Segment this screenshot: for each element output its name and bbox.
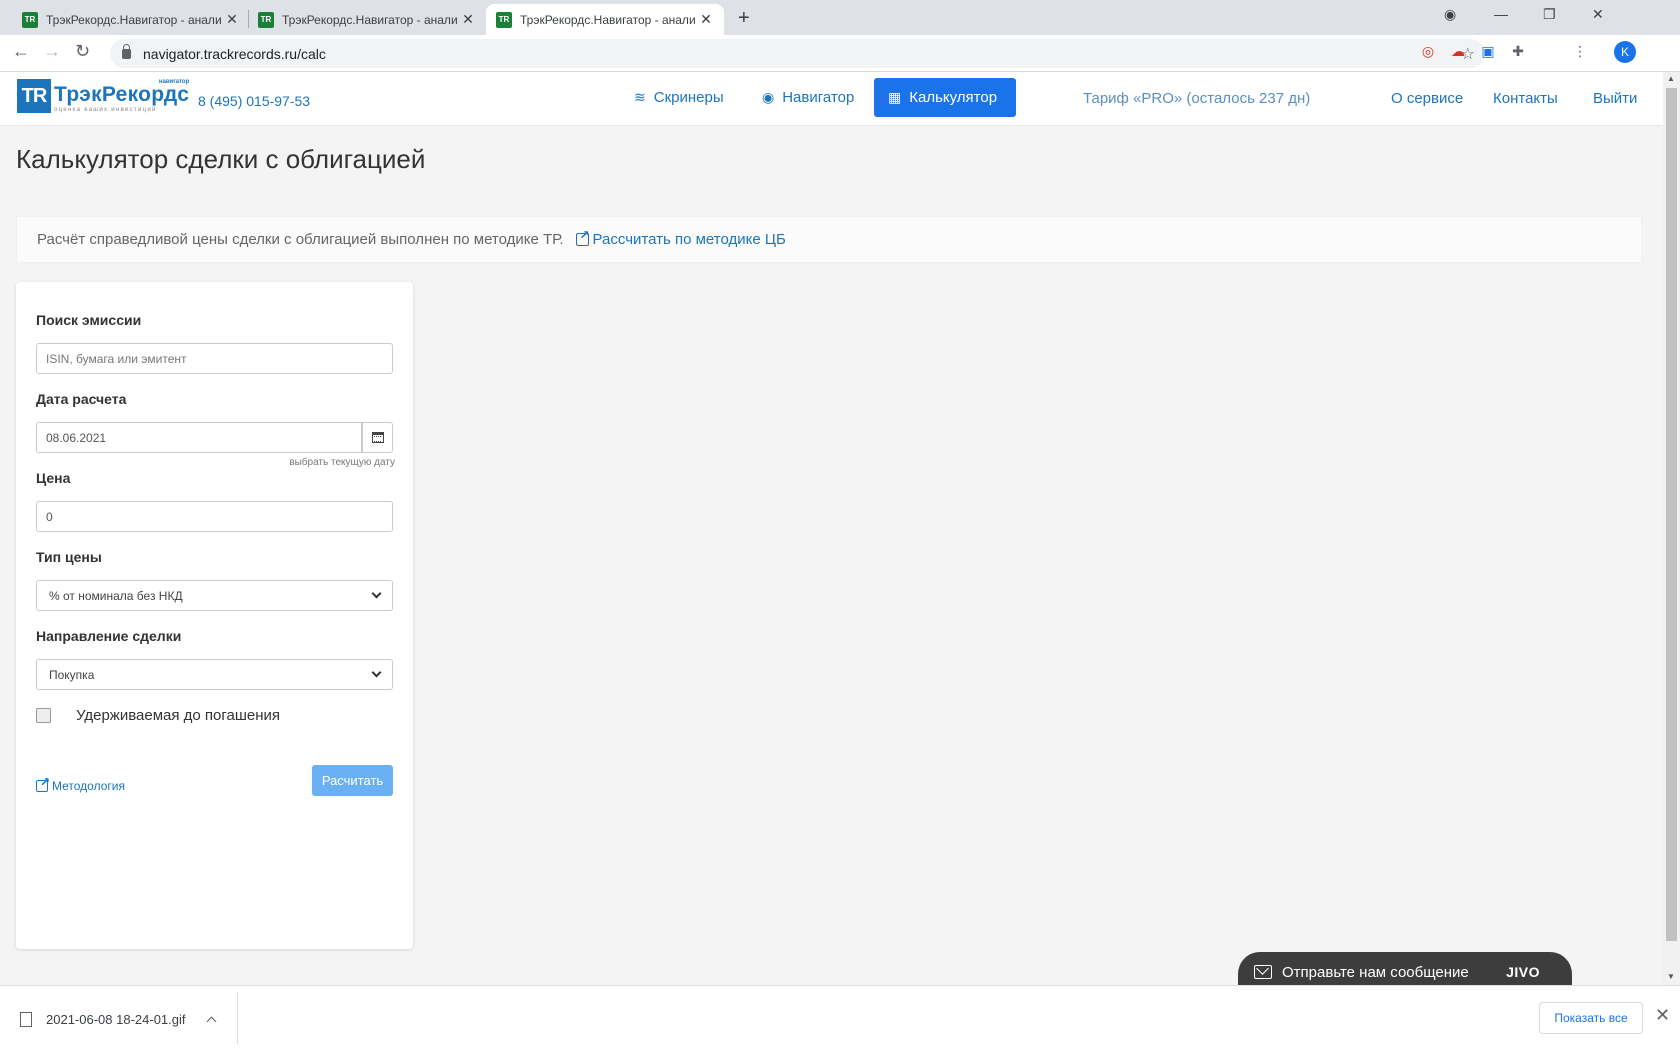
price-label: Цена [36,470,71,486]
tab-close-icon[interactable]: ✕ [224,11,240,28]
page-title: Калькулятор сделки с облигацией [16,144,426,174]
tab-close-icon[interactable]: ✕ [460,11,476,28]
date-input[interactable]: 08.06.2021 [36,422,362,453]
tab-title: ТрэкРекордс.Навигатор - анали [46,12,222,27]
tab-title: ТрэкРекордс.Навигатор - анали [520,12,696,27]
restore-icon[interactable]: ❐ [1543,6,1556,23]
current-date-link[interactable]: выбрать текущую дату [289,457,395,468]
nav-navigator[interactable]: ◉ Навигатор [748,78,868,117]
direction-select[interactable]: Покупка [36,659,393,690]
browser-tab-active[interactable]: TR ТрэкРекордс.Навигатор - анали ✕ [486,4,724,35]
download-bar: 2021-06-08 18-24-01.gif Показать все ✕ [0,985,1680,1050]
nav-label: Навигатор [782,89,855,106]
browser-tab[interactable]: TR ТрэкРекордс.Навигатор - анали ✕ [12,4,250,35]
scrollbar-thumb[interactable] [1666,88,1677,941]
calculator-icon: ▦ [888,89,902,105]
price-type-value: % от номинала без НКД [49,588,183,603]
favicon-icon: TR [258,11,274,28]
extensions-puzzle-icon[interactable]: ✚ [1508,43,1528,63]
address-bar[interactable]: navigator.trackrecords.ru/calc ☆ [110,39,1485,68]
site-logo[interactable]: TR навигатор ТрэкРекордс оценка ваших ин… [17,79,189,113]
calendar-button[interactable] [362,422,393,453]
notice-text: Расчёт справедливой цены сделки с облига… [37,231,564,248]
cloud-extension-icon[interactable]: ☁ [1448,43,1468,63]
price-input[interactable]: 0 [36,501,393,532]
chevron-down-icon [371,667,382,678]
lock-icon [122,43,131,59]
show-all-downloads-button[interactable]: Показать все [1539,1002,1643,1034]
methodology-link[interactable]: Методология [36,775,125,793]
about-link[interactable]: О сервисе [1391,90,1463,107]
search-input[interactable]: ISIN, бумага или эмитент [36,343,393,374]
logo-badge: навигатор [158,79,190,85]
browser-menu-icon[interactable]: ⋮ [1570,43,1590,63]
logo-tagline: оценка ваших инвестиций [54,107,157,113]
browser-toolbar: ← → ↻ navigator.trackrecords.ru/calc ☆ ◎… [0,35,1680,72]
nav-label: Скринеры [653,89,724,106]
favicon-icon: TR [496,11,512,28]
calendar-icon [371,432,384,443]
calculator-form: Поиск эмиссии ISIN, бумага или эмитент Д… [16,282,413,949]
extension-icon[interactable]: ◎ [1418,43,1438,63]
logo-mark: TR [17,79,51,113]
tab-title: ТрэкРекордс.Навигатор - анали [282,12,458,27]
date-label: Дата расчета [36,391,127,407]
back-icon[interactable]: ← [12,41,30,62]
file-icon [20,1011,32,1027]
external-link-icon [575,228,590,246]
tab-search-icon[interactable]: ◉ [1444,6,1456,23]
chat-text: Отправьте нам сообщение [1282,963,1469,981]
chat-brand: JIVO [1506,964,1540,980]
held-to-maturity-label[interactable]: Удерживаемая до погашения [76,707,280,724]
window-close-icon[interactable]: ✕ [1592,6,1604,23]
direction-label: Направление сделки [36,628,182,644]
browser-tab[interactable]: TR ТрэкРекордс.Навигатор - анали ✕ [248,4,486,35]
compass-icon: ◉ [762,89,775,105]
chat-widget[interactable]: Отправьте нам сообщение JIVO [1238,952,1572,985]
download-filename: 2021-06-08 18-24-01.gif [46,1011,186,1027]
phone-link[interactable]: 8 (495) 015-97-53 [198,93,310,109]
layers-icon: ≋ [634,89,646,105]
nav-screeners[interactable]: ≋ Скринеры [620,78,738,117]
contacts-link[interactable]: Контакты [1493,90,1558,107]
screenshot-extension-icon[interactable]: ▣ [1478,43,1498,63]
forward-icon[interactable]: → [43,41,61,62]
mail-icon [1254,965,1272,979]
url-text: navigator.trackrecords.ru/calc [143,45,326,62]
page-scrollbar[interactable]: ▲ ▼ [1663,72,1680,985]
price-type-select[interactable]: % от номинала без НКД [36,580,393,611]
page-viewport: TR навигатор ТрэкРекордс оценка ваших ин… [0,72,1663,985]
profile-avatar[interactable]: K [1614,41,1636,63]
cb-method-link-label: Рассчитать по методике ЦБ [592,231,786,248]
scroll-down-icon[interactable]: ▼ [1667,972,1675,981]
download-item[interactable]: 2021-06-08 18-24-01.gif [20,1004,216,1034]
tariff-link[interactable]: Тариф «PRO» (осталось 237 дн) [1083,90,1310,107]
held-to-maturity-checkbox[interactable] [36,708,51,723]
calculate-button[interactable]: Расчитать [312,765,393,796]
method-notice: Расчёт справедливой цены сделки с облига… [16,216,1642,263]
search-label: Поиск эмиссии [36,312,142,328]
price-type-label: Тип цены [36,549,102,565]
divider [237,992,238,1044]
tab-close-icon[interactable]: ✕ [698,11,714,28]
chevron-up-icon[interactable] [206,1016,216,1026]
chevron-down-icon [371,588,382,599]
nav-calculator[interactable]: ▦ Калькулятор [874,78,1016,117]
nav-label: Калькулятор [909,89,998,106]
browser-tab-bar: TR ТрэкРекордс.Навигатор - анали ✕ TR Тр… [0,0,1680,35]
site-header: TR навигатор ТрэкРекордс оценка ваших ин… [0,72,1663,126]
close-download-bar-icon[interactable]: ✕ [1655,1005,1670,1026]
direction-value: Покупка [49,667,95,682]
favicon-icon: TR [22,11,38,28]
cb-method-link[interactable]: Рассчитать по методике ЦБ [575,228,786,248]
new-tab-icon[interactable]: + [738,7,750,30]
logo-text: навигатор ТрэкРекордс оценка ваших инвес… [54,79,189,113]
methodology-link-label: Методология [52,779,125,793]
external-link-icon [36,775,50,792]
scroll-up-icon[interactable]: ▲ [1667,74,1675,83]
reload-icon[interactable]: ↻ [75,41,90,62]
logout-link[interactable]: Выйти [1593,90,1637,107]
logo-name: ТрэкРекордс [54,83,190,106]
minimize-icon[interactable]: — [1494,6,1508,22]
